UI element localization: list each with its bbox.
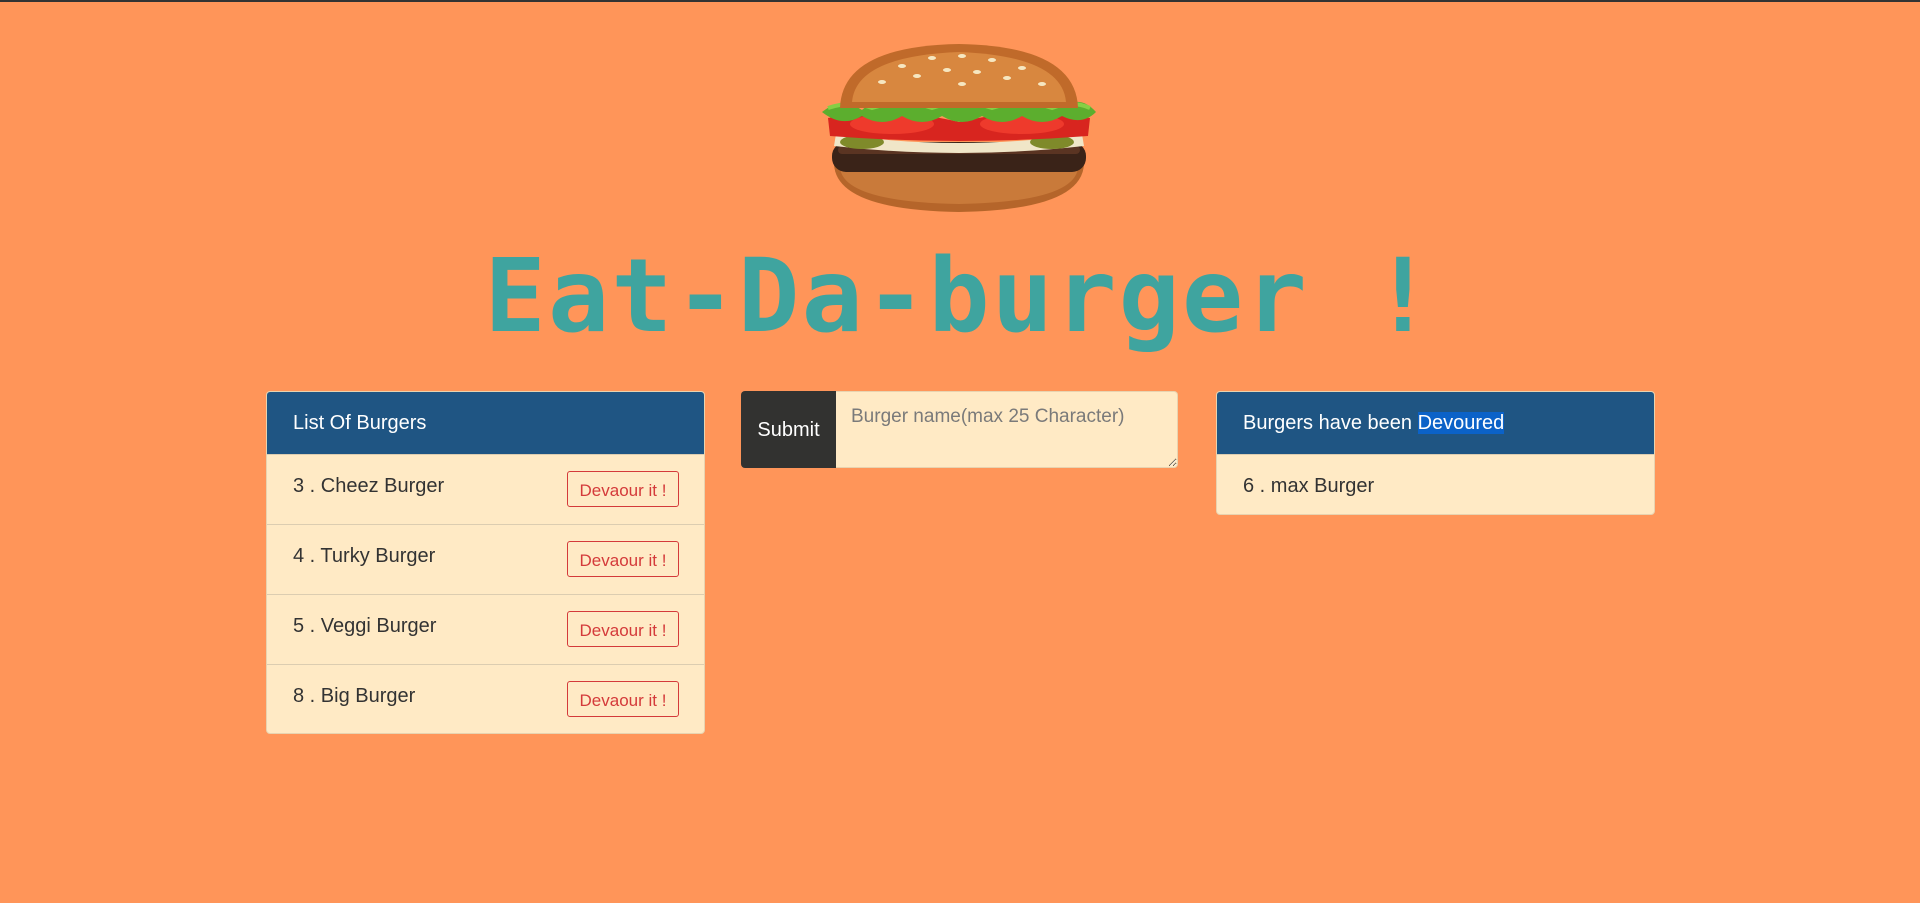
list-item: 5 . Veggi Burger Devaour it ! — [267, 594, 704, 664]
list-item: 4 . Turky Burger Devaour it ! — [267, 524, 704, 594]
devour-button[interactable]: Devaour it ! — [567, 681, 679, 717]
devoured-card: Burgers have been Devoured 6 . max Burge… — [1216, 391, 1655, 515]
burger-name: 8 . Big Burger — [293, 685, 416, 707]
burger-name: 3 . Cheez Burger — [293, 475, 445, 497]
list-item: 8 . Big Burger Devaour it ! — [267, 664, 704, 733]
devoured-header-prefix: Burgers have been — [1243, 412, 1418, 434]
list-item: 3 . Cheez Burger Devaour it ! — [267, 454, 704, 524]
devoured-header-highlight: Devoured — [1417, 412, 1505, 434]
devoured-header: Burgers have been Devoured — [1217, 392, 1654, 454]
devour-button[interactable]: Devaour it ! — [567, 471, 679, 507]
add-burger-form: Submit — [741, 391, 1178, 468]
submit-button[interactable]: Submit — [741, 391, 836, 468]
burger-name: 4 . Turky Burger — [293, 545, 436, 567]
devour-button[interactable]: Devaour it ! — [567, 611, 679, 647]
list-item: 6 . max Burger — [1217, 454, 1654, 514]
burger-list-card: List Of Burgers 3 . Cheez Burger Devaour… — [266, 391, 705, 734]
devour-button[interactable]: Devaour it ! — [567, 541, 679, 577]
burger-name-input[interactable] — [836, 391, 1178, 468]
burger-logo-image — [822, 44, 1096, 212]
page-title: Eat-Da-burger ! — [484, 237, 1436, 356]
devoured-burger-name: 6 . max Burger — [1243, 475, 1375, 497]
burger-name: 5 . Veggi Burger — [293, 615, 437, 637]
top-border — [0, 0, 1920, 2]
burger-list-header: List Of Burgers — [267, 392, 704, 454]
